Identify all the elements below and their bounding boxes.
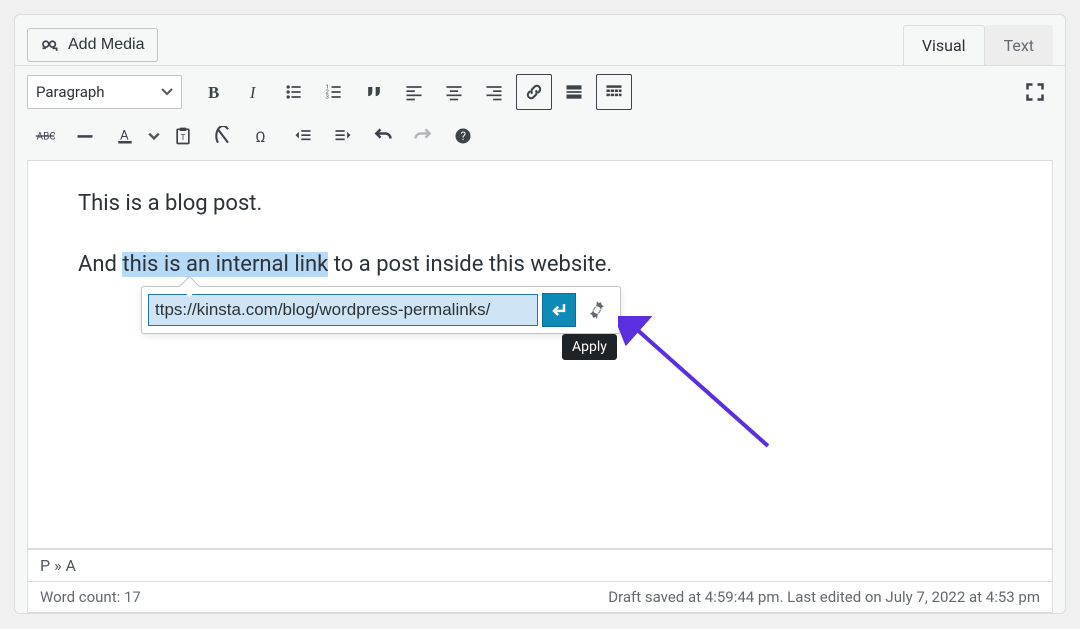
editor-top-bar: Add Media Visual Text	[15, 15, 1065, 65]
read-more-button[interactable]	[556, 74, 592, 110]
svg-text:3: 3	[326, 95, 329, 101]
tab-visual[interactable]: Visual	[903, 25, 985, 65]
paragraph-2-before: And	[78, 252, 122, 277]
undo-button[interactable]	[365, 118, 401, 154]
svg-text:I: I	[249, 83, 257, 102]
gear-icon	[586, 299, 608, 321]
selected-link-text[interactable]: this is an internal link	[122, 252, 328, 277]
editor-toolbar: Paragraph B I 123 ABC A T Ω	[15, 65, 1065, 160]
word-count: Word count: 17	[40, 588, 141, 606]
apply-link-button[interactable]	[542, 293, 576, 327]
unordered-list-button[interactable]	[276, 74, 312, 110]
tab-text[interactable]: Text	[985, 25, 1053, 65]
toolbar-toggle-button[interactable]	[596, 74, 632, 110]
toolbar-row-2: ABC A T Ω ?	[27, 114, 1053, 154]
media-icon	[40, 35, 60, 55]
save-status: Draft saved at 4:59:44 pm. Last edited o…	[608, 588, 1040, 606]
paragraph-2-after: to a post inside this website.	[328, 252, 612, 277]
paste-text-button[interactable]: T	[165, 118, 201, 154]
block-format-value: Paragraph	[36, 83, 105, 101]
align-right-button[interactable]	[476, 74, 512, 110]
svg-text:T: T	[181, 133, 186, 143]
align-center-button[interactable]	[436, 74, 472, 110]
svg-text:?: ?	[461, 129, 467, 143]
link-url-input[interactable]	[148, 294, 538, 326]
redo-button[interactable]	[405, 118, 441, 154]
add-media-label: Add Media	[68, 36, 145, 54]
ordered-list-button[interactable]: 123	[316, 74, 352, 110]
blockquote-button[interactable]	[356, 74, 392, 110]
link-options-button[interactable]	[580, 293, 614, 327]
editor-mode-tabs: Visual Text	[903, 25, 1053, 65]
apply-tooltip: Apply	[562, 334, 617, 360]
italic-button[interactable]: I	[236, 74, 272, 110]
chevron-down-icon	[161, 86, 173, 98]
text-color-dropdown[interactable]	[147, 118, 161, 154]
editor-content[interactable]: This is a blog post. And this is an inte…	[27, 160, 1053, 549]
outdent-button[interactable]	[285, 118, 321, 154]
help-button[interactable]: ?	[445, 118, 481, 154]
svg-text:B: B	[208, 83, 219, 102]
text-color-button[interactable]: A	[107, 118, 143, 154]
element-path[interactable]: P » A	[28, 549, 1052, 581]
horizontal-rule-button[interactable]	[67, 118, 103, 154]
svg-text:Ω: Ω	[256, 128, 266, 146]
fullscreen-button[interactable]	[1017, 74, 1053, 110]
special-character-button[interactable]: Ω	[245, 118, 281, 154]
strikethrough-button[interactable]: ABC	[27, 118, 63, 154]
insert-link-button[interactable]	[516, 74, 552, 110]
add-media-button[interactable]: Add Media	[27, 28, 158, 62]
bold-button[interactable]: B	[196, 74, 232, 110]
enter-arrow-icon	[549, 300, 569, 320]
classic-editor-shell: Add Media Visual Text Paragraph B I 123 …	[14, 14, 1066, 614]
paragraph-2[interactable]: And this is an internal link to a post i…	[78, 252, 1002, 277]
align-left-button[interactable]	[396, 74, 432, 110]
annotation-arrow	[618, 316, 778, 456]
editor-footer: P » A Word count: 17 Draft saved at 4:59…	[27, 549, 1053, 613]
svg-text:ABC: ABC	[37, 131, 55, 142]
block-format-select[interactable]: Paragraph	[27, 75, 182, 109]
inline-link-popover	[141, 286, 621, 334]
paragraph-1[interactable]: This is a blog post.	[78, 191, 1002, 216]
status-bar: Word count: 17 Draft saved at 4:59:44 pm…	[28, 581, 1052, 612]
clear-formatting-button[interactable]	[205, 118, 241, 154]
indent-button[interactable]	[325, 118, 361, 154]
